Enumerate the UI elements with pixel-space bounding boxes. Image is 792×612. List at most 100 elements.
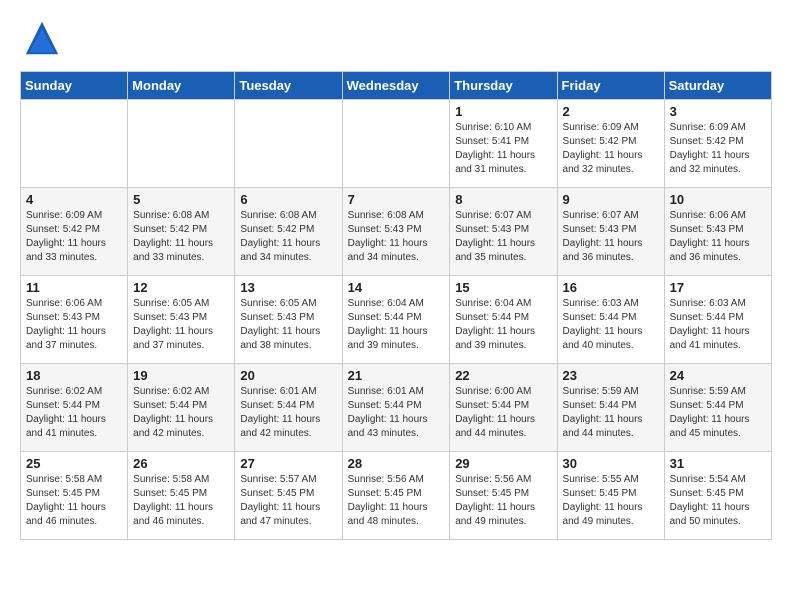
calendar-cell: 20 Sunrise: 6:01 AM Sunset: 5:44 PM Dayli… bbox=[235, 364, 342, 452]
day-info: Sunrise: 6:05 AM Sunset: 5:43 PM Dayligh… bbox=[133, 297, 229, 353]
calendar-cell: 22 Sunrise: 6:00 AM Sunset: 5:44 PM Dayli… bbox=[450, 364, 557, 452]
day-number: 1 bbox=[455, 104, 551, 119]
day-number: 7 bbox=[348, 192, 445, 207]
day-header-tuesday: Tuesday bbox=[235, 72, 342, 100]
day-info: Sunrise: 5:59 AM Sunset: 5:44 PM Dayligh… bbox=[563, 385, 659, 441]
day-number: 24 bbox=[670, 368, 766, 383]
day-info: Sunrise: 6:06 AM Sunset: 5:43 PM Dayligh… bbox=[26, 297, 122, 353]
day-number: 14 bbox=[348, 280, 445, 295]
day-number: 25 bbox=[26, 456, 122, 471]
day-info: Sunrise: 6:03 AM Sunset: 5:44 PM Dayligh… bbox=[563, 297, 659, 353]
day-number: 15 bbox=[455, 280, 551, 295]
day-info: Sunrise: 6:04 AM Sunset: 5:44 PM Dayligh… bbox=[455, 297, 551, 353]
day-info: Sunrise: 6:01 AM Sunset: 5:44 PM Dayligh… bbox=[348, 385, 445, 441]
day-number: 6 bbox=[240, 192, 336, 207]
calendar-cell: 3 Sunrise: 6:09 AM Sunset: 5:42 PM Daylig… bbox=[664, 100, 771, 188]
day-info: Sunrise: 6:04 AM Sunset: 5:44 PM Dayligh… bbox=[348, 297, 445, 353]
day-number: 27 bbox=[240, 456, 336, 471]
calendar-cell: 1 Sunrise: 6:10 AM Sunset: 5:41 PM Daylig… bbox=[450, 100, 557, 188]
day-number: 5 bbox=[133, 192, 229, 207]
calendar-cell: 28 Sunrise: 5:56 AM Sunset: 5:45 PM Dayli… bbox=[342, 452, 450, 540]
day-info: Sunrise: 5:58 AM Sunset: 5:45 PM Dayligh… bbox=[133, 473, 229, 529]
calendar-header-row: SundayMondayTuesdayWednesdayThursdayFrid… bbox=[21, 72, 772, 100]
calendar-cell: 2Sunrise: 6:09 AM Sunset: 5:42 PM Daylig… bbox=[557, 100, 664, 188]
day-number: 26 bbox=[133, 456, 229, 471]
day-number: 2 bbox=[563, 104, 659, 119]
day-info: Sunrise: 6:01 AM Sunset: 5:44 PM Dayligh… bbox=[240, 385, 336, 441]
logo-icon bbox=[24, 20, 60, 56]
calendar-cell: 18Sunrise: 6:02 AM Sunset: 5:44 PM Dayli… bbox=[21, 364, 128, 452]
day-number: 20 bbox=[240, 368, 336, 383]
day-info: Sunrise: 6:00 AM Sunset: 5:44 PM Dayligh… bbox=[455, 385, 551, 441]
calendar-cell: 31 Sunrise: 5:54 AM Sunset: 5:45 PM Dayli… bbox=[664, 452, 771, 540]
day-info: Sunrise: 6:09 AM Sunset: 5:42 PM Dayligh… bbox=[670, 121, 766, 177]
day-number: 17 bbox=[670, 280, 766, 295]
calendar-cell: 14 Sunrise: 6:04 AM Sunset: 5:44 PM Dayli… bbox=[342, 276, 450, 364]
page-header bbox=[20, 20, 772, 61]
day-info: Sunrise: 6:10 AM Sunset: 5:41 PM Dayligh… bbox=[455, 121, 551, 177]
day-number: 13 bbox=[240, 280, 336, 295]
day-header-thursday: Thursday bbox=[450, 72, 557, 100]
calendar-cell: 10 Sunrise: 6:06 AM Sunset: 5:43 PM Dayli… bbox=[664, 188, 771, 276]
calendar-week-3: 11 Sunrise: 6:06 AM Sunset: 5:43 PM Dayli… bbox=[21, 276, 772, 364]
day-info: Sunrise: 6:08 AM Sunset: 5:42 PM Dayligh… bbox=[240, 209, 336, 265]
day-number: 22 bbox=[455, 368, 551, 383]
calendar-cell: 8 Sunrise: 6:07 AM Sunset: 5:43 PM Daylig… bbox=[450, 188, 557, 276]
day-header-sunday: Sunday bbox=[21, 72, 128, 100]
calendar-cell: 11 Sunrise: 6:06 AM Sunset: 5:43 PM Dayli… bbox=[21, 276, 128, 364]
calendar-cell: 29Sunrise: 5:56 AM Sunset: 5:45 PM Dayli… bbox=[450, 452, 557, 540]
day-info: Sunrise: 5:59 AM Sunset: 5:44 PM Dayligh… bbox=[670, 385, 766, 441]
day-info: Sunrise: 6:07 AM Sunset: 5:43 PM Dayligh… bbox=[455, 209, 551, 265]
day-number: 10 bbox=[670, 192, 766, 207]
calendar-cell: 7Sunrise: 6:08 AM Sunset: 5:43 PM Daylig… bbox=[342, 188, 450, 276]
calendar-cell bbox=[235, 100, 342, 188]
day-number: 21 bbox=[348, 368, 445, 383]
calendar-cell: 17 Sunrise: 6:03 AM Sunset: 5:44 PM Dayli… bbox=[664, 276, 771, 364]
logo bbox=[20, 20, 60, 61]
day-info: Sunrise: 6:09 AM Sunset: 5:42 PM Dayligh… bbox=[26, 209, 122, 265]
day-number: 11 bbox=[26, 280, 122, 295]
day-header-wednesday: Wednesday bbox=[342, 72, 450, 100]
day-info: Sunrise: 5:54 AM Sunset: 5:45 PM Dayligh… bbox=[670, 473, 766, 529]
calendar-cell: 27 Sunrise: 5:57 AM Sunset: 5:45 PM Dayli… bbox=[235, 452, 342, 540]
day-header-saturday: Saturday bbox=[664, 72, 771, 100]
day-info: Sunrise: 6:06 AM Sunset: 5:43 PM Dayligh… bbox=[670, 209, 766, 265]
calendar-cell: 24 Sunrise: 5:59 AM Sunset: 5:44 PM Dayli… bbox=[664, 364, 771, 452]
day-number: 4 bbox=[26, 192, 122, 207]
day-number: 18 bbox=[26, 368, 122, 383]
day-number: 31 bbox=[670, 456, 766, 471]
day-number: 3 bbox=[670, 104, 766, 119]
calendar-cell: 4 Sunrise: 6:09 AM Sunset: 5:42 PM Daylig… bbox=[21, 188, 128, 276]
calendar-cell: 15 Sunrise: 6:04 AM Sunset: 5:44 PM Dayli… bbox=[450, 276, 557, 364]
day-number: 23 bbox=[563, 368, 659, 383]
day-number: 12 bbox=[133, 280, 229, 295]
calendar-cell bbox=[342, 100, 450, 188]
calendar-week-5: 25 Sunrise: 5:58 AM Sunset: 5:45 PM Dayli… bbox=[21, 452, 772, 540]
calendar-table: SundayMondayTuesdayWednesdayThursdayFrid… bbox=[20, 71, 772, 540]
calendar-cell: 6 Sunrise: 6:08 AM Sunset: 5:42 PM Daylig… bbox=[235, 188, 342, 276]
day-info: Sunrise: 5:57 AM Sunset: 5:45 PM Dayligh… bbox=[240, 473, 336, 529]
calendar-cell bbox=[21, 100, 128, 188]
day-info: Sunrise: 6:08 AM Sunset: 5:42 PM Dayligh… bbox=[133, 209, 229, 265]
calendar-cell: 5 Sunrise: 6:08 AM Sunset: 5:42 PM Daylig… bbox=[128, 188, 235, 276]
day-number: 8 bbox=[455, 192, 551, 207]
day-number: 28 bbox=[348, 456, 445, 471]
day-number: 30 bbox=[563, 456, 659, 471]
day-info: Sunrise: 5:56 AM Sunset: 5:45 PM Dayligh… bbox=[348, 473, 445, 529]
day-info: Sunrise: 5:55 AM Sunset: 5:45 PM Dayligh… bbox=[563, 473, 659, 529]
day-info: Sunrise: 6:02 AM Sunset: 5:44 PM Dayligh… bbox=[133, 385, 229, 441]
calendar-cell: 9 Sunrise: 6:07 AM Sunset: 5:43 PM Daylig… bbox=[557, 188, 664, 276]
calendar-week-2: 4 Sunrise: 6:09 AM Sunset: 5:42 PM Daylig… bbox=[21, 188, 772, 276]
day-info: Sunrise: 6:05 AM Sunset: 5:43 PM Dayligh… bbox=[240, 297, 336, 353]
day-info: Sunrise: 6:07 AM Sunset: 5:43 PM Dayligh… bbox=[563, 209, 659, 265]
day-header-monday: Monday bbox=[128, 72, 235, 100]
calendar-cell: 25Sunrise: 5:58 AM Sunset: 5:45 PM Dayli… bbox=[21, 452, 128, 540]
day-info: Sunrise: 6:03 AM Sunset: 5:44 PM Dayligh… bbox=[670, 297, 766, 353]
calendar-cell: 26 Sunrise: 5:58 AM Sunset: 5:45 PM Dayli… bbox=[128, 452, 235, 540]
calendar-cell: 12 Sunrise: 6:05 AM Sunset: 5:43 PM Dayli… bbox=[128, 276, 235, 364]
calendar-cell: 19 Sunrise: 6:02 AM Sunset: 5:44 PM Dayli… bbox=[128, 364, 235, 452]
day-number: 9 bbox=[563, 192, 659, 207]
day-number: 29 bbox=[455, 456, 551, 471]
day-number: 19 bbox=[133, 368, 229, 383]
day-header-friday: Friday bbox=[557, 72, 664, 100]
